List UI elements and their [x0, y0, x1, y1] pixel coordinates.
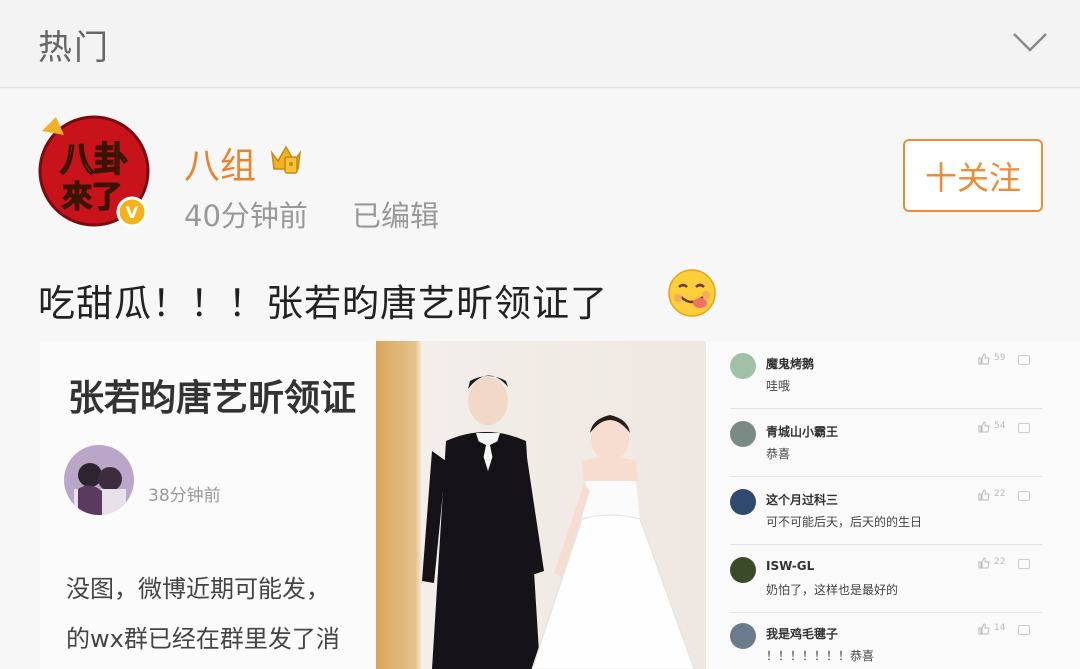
weibo-post: 八卦 來了 V 八组 40分钟前 已编辑 十关注 吃甜瓜！！！张若昀唐艺昕领证了… — [0, 89, 1080, 669]
commenter-avatar — [730, 623, 756, 649]
like-count: 14 — [994, 623, 1006, 633]
comment-text: 恭喜 — [766, 447, 791, 461]
commenter-avatar — [730, 489, 756, 515]
comment-item: ISW-GL 22 奶怕了，这样也是最好的 — [706, 547, 1080, 613]
author-avatar[interactable]: 八卦 來了 V — [34, 109, 154, 229]
commenter-avatar — [730, 557, 756, 583]
yummy-face-emoji-icon — [668, 269, 716, 317]
comment-item: 这个月过科三 22 可不可能后天，后天的的生日 — [706, 479, 1080, 545]
article-time: 38分钟前 — [148, 486, 221, 506]
thumbs-up-icon[interactable] — [978, 489, 990, 501]
divider — [730, 544, 1042, 545]
divider — [730, 476, 1042, 477]
like-count: 59 — [994, 353, 1006, 363]
commenter-name: 青城山小霸王 — [766, 425, 839, 439]
comment-text: 哇哦 — [766, 379, 791, 393]
svg-text:八卦: 八卦 — [60, 140, 128, 180]
divider — [730, 408, 1042, 409]
like-count: 22 — [994, 557, 1006, 567]
article-headline: 张若昀唐艺昕领证 — [68, 378, 357, 419]
thumbs-up-icon[interactable] — [978, 557, 990, 569]
thumbs-up-icon[interactable] — [978, 623, 990, 635]
comment-item: 青城山小霸王 54 恭喜 — [706, 411, 1080, 477]
top-bar: 热门 — [0, 0, 1080, 88]
like-count: 54 — [994, 421, 1006, 431]
article-author-avatar — [64, 445, 134, 515]
post-time: 40分钟前 — [184, 199, 308, 233]
comment-item: 魔鬼烤鹅 59 哇哦 — [706, 343, 1080, 409]
comment-icon[interactable] — [1018, 491, 1030, 501]
article-text-line: 的wx群已经在群里发了消 — [66, 625, 340, 653]
commenter-avatar — [730, 421, 756, 447]
comment-icon[interactable] — [1018, 423, 1030, 433]
like-count: 22 — [994, 489, 1006, 499]
comments-screenshot[interactable]: 魔鬼烤鹅 59 哇哦 青城山小霸王 54 恭喜 这个月过科三 22 可不可能后天… — [706, 341, 1080, 669]
comment-icon[interactable] — [1018, 625, 1030, 635]
commenter-name: ISW-GL — [766, 559, 815, 573]
commenter-name: 我是鸡毛毽子 — [766, 627, 839, 641]
commenter-name: 魔鬼烤鹅 — [766, 357, 815, 371]
post-text: 吃甜瓜！！！张若昀唐艺昕领证了 — [38, 282, 608, 325]
comment-icon[interactable] — [1018, 355, 1030, 365]
comment-text: 可不可能后天，后天的的生日 — [766, 515, 923, 529]
svg-text:來了: 來了 — [62, 180, 122, 215]
commenter-name: 这个月过科三 — [766, 493, 839, 507]
article-text-line: 没图，微博近期可能发， — [66, 575, 330, 603]
article-screenshot[interactable]: 张若昀唐艺昕领证 38分钟前 没图，微博近期可能发， 的wx群已经在群里发了消 — [40, 341, 376, 669]
edited-label[interactable]: 已编辑 — [352, 193, 439, 235]
svg-text:V: V — [126, 203, 139, 222]
comment-item: 我是鸡毛毽子 14 ！！！！！！！恭喜 — [706, 613, 1080, 669]
chevron-down-icon[interactable] — [1010, 30, 1050, 54]
comment-text: ！！！！！！！恭喜 — [766, 649, 875, 663]
author-name[interactable]: 八组 — [184, 137, 256, 189]
wedding-photo[interactable] — [376, 341, 706, 669]
thumbs-up-icon[interactable] — [978, 421, 990, 433]
commenter-avatar — [730, 353, 756, 379]
follow-button[interactable]: 十关注 — [903, 139, 1043, 212]
comment-icon[interactable] — [1018, 559, 1030, 569]
section-title: 热门 — [38, 28, 110, 68]
comment-text: 奶怕了，这样也是最好的 — [766, 583, 899, 597]
thumbs-up-icon[interactable] — [978, 353, 990, 365]
crown-badge-icon — [270, 145, 302, 174]
